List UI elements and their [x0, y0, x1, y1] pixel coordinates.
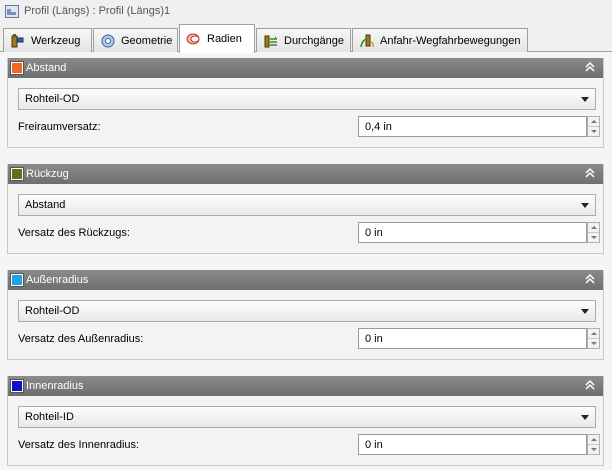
color-swatch-icon: [11, 274, 23, 286]
tab-durchgaenge[interactable]: Durchgänge: [256, 28, 351, 52]
spin-down-icon[interactable]: [588, 127, 599, 137]
color-swatch-icon: [11, 168, 23, 180]
collapse-chevron-icon[interactable]: [583, 272, 597, 286]
panel-abstand: Abstand Rohteil-OD Freiraumversatz: 0,4 …: [7, 58, 604, 148]
passes-icon: [263, 33, 279, 49]
chevron-down-icon: [581, 415, 589, 420]
spin-up-icon[interactable]: [588, 117, 599, 127]
abstand-dropdown[interactable]: Rohteil-OD: [18, 88, 596, 110]
radii-icon: [186, 31, 202, 47]
versatz-aussenradius-spinner[interactable]: [587, 328, 600, 349]
panel-header[interactable]: Abstand: [8, 58, 603, 78]
panel-title: Innenradius: [26, 380, 84, 392]
dropdown-value: Rohteil-OD: [25, 305, 80, 317]
panel-innenradius: Innenradius Rohteil-ID Versatz des Innen…: [7, 376, 604, 466]
tab-radien[interactable]: Radien: [179, 24, 255, 53]
spin-down-icon[interactable]: [588, 233, 599, 243]
tab-content-radien: Abstand Rohteil-OD Freiraumversatz: 0,4 …: [0, 52, 612, 470]
tab-bar: Werkzeug Geometrie Radien Durchgänge Anf…: [0, 22, 612, 53]
tab-label: Geometrie: [121, 34, 173, 47]
versatz-rueckzug-input[interactable]: 0 in: [358, 222, 587, 243]
tab-geometrie[interactable]: Geometrie: [93, 28, 178, 52]
versatz-innenradius-spinner[interactable]: [587, 434, 600, 455]
panel-title: Abstand: [26, 62, 67, 74]
versatz-aussenradius-input[interactable]: 0 in: [358, 328, 587, 349]
freiraumversatz-input[interactable]: 0,4 in: [358, 116, 587, 137]
versatz-innenradius-input[interactable]: 0 in: [358, 434, 587, 455]
tab-label: Durchgänge: [284, 34, 344, 47]
panel-header[interactable]: Außenradius: [8, 270, 603, 290]
panel-header[interactable]: Rückzug: [8, 164, 603, 184]
freiraumversatz-spinner[interactable]: [587, 116, 600, 137]
spin-down-icon[interactable]: [588, 339, 599, 349]
geometry-icon: [100, 33, 116, 49]
collapse-chevron-icon[interactable]: [583, 378, 597, 392]
dropdown-value: Rohteil-OD: [25, 93, 80, 105]
panel-aussenradius: Außenradius Rohteil-OD Versatz des Außen…: [7, 270, 604, 360]
spin-up-icon[interactable]: [588, 329, 599, 339]
linking-icon: [359, 33, 375, 49]
aussenradius-dropdown[interactable]: Rohteil-OD: [18, 300, 596, 322]
field-label: Versatz des Außenradius:: [18, 333, 144, 345]
panel-rueckzug: Rückzug Abstand Versatz des Rückzugs: 0 …: [7, 164, 604, 254]
field-label: Versatz des Innenradius:: [18, 439, 140, 451]
dropdown-value: Abstand: [25, 199, 66, 211]
spin-up-icon[interactable]: [588, 223, 599, 233]
tab-anfahr-wegfahrbewegungen[interactable]: Anfahr-Wegfahrbewegungen: [352, 28, 528, 52]
versatz-rueckzug-spinner[interactable]: [587, 222, 600, 243]
input-value: 0,4 in: [365, 120, 392, 133]
profile-dialog-icon: [5, 4, 19, 18]
chevron-down-icon: [581, 203, 589, 208]
input-value: 0 in: [365, 226, 383, 239]
tab-werkzeug[interactable]: Werkzeug: [3, 28, 92, 52]
color-swatch-icon: [11, 62, 23, 74]
dropdown-value: Rohteil-ID: [25, 411, 74, 423]
input-value: 0 in: [365, 438, 383, 451]
tab-label: Werkzeug: [31, 34, 81, 47]
tool-icon: [10, 33, 26, 49]
innenradius-dropdown[interactable]: Rohteil-ID: [18, 406, 596, 428]
field-label: Versatz des Rückzugs:: [18, 227, 130, 239]
chevron-down-icon: [581, 309, 589, 314]
collapse-chevron-icon[interactable]: [583, 166, 597, 180]
collapse-chevron-icon[interactable]: [583, 60, 597, 74]
panel-title: Außenradius: [26, 274, 89, 286]
panel-header[interactable]: Innenradius: [8, 376, 603, 396]
window-title: Profil (Längs) : Profil (Längs)1: [24, 5, 171, 17]
color-swatch-icon: [11, 380, 23, 392]
tab-label: Anfahr-Wegfahrbewegungen: [380, 34, 521, 47]
spin-up-icon[interactable]: [588, 435, 599, 445]
rueckzug-dropdown[interactable]: Abstand: [18, 194, 596, 216]
title-bar: Profil (Längs) : Profil (Längs)1: [0, 0, 612, 22]
chevron-down-icon: [581, 97, 589, 102]
tab-label: Radien: [207, 33, 242, 45]
field-label: Freiraumversatz:: [18, 121, 101, 133]
panel-title: Rückzug: [26, 168, 69, 180]
input-value: 0 in: [365, 332, 383, 345]
spin-down-icon[interactable]: [588, 445, 599, 455]
